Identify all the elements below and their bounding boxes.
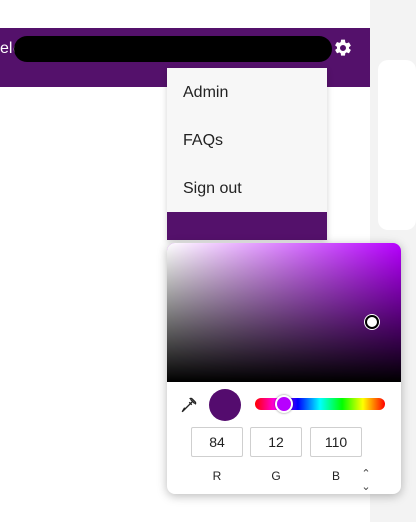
eyedropper-icon[interactable]	[178, 396, 198, 416]
menu-item-sign-out[interactable]: Sign out	[183, 180, 242, 198]
blue-label: B	[331, 469, 340, 483]
selected-color-swatch	[209, 389, 241, 421]
menu-footer-bar	[167, 212, 327, 240]
up-down-icon[interactable]: ⌃ ⌄	[359, 467, 373, 493]
green-value-input[interactable]: 12	[250, 427, 302, 457]
green-label: G	[271, 469, 281, 483]
settings-dropdown-menu: Admin FAQs Sign out	[167, 68, 327, 240]
hue-slider-handle[interactable]	[275, 395, 293, 413]
red-label: R	[212, 469, 222, 483]
saturation-area[interactable]	[167, 243, 401, 382]
red-value-input[interactable]: 84	[191, 427, 243, 457]
color-picker: 84 12 110 R G B ⌃ ⌄	[167, 243, 401, 494]
menu-item-admin[interactable]: Admin	[183, 84, 228, 102]
gear-icon[interactable]	[333, 38, 353, 58]
side-panel	[378, 60, 416, 230]
redacted-user-email	[14, 36, 332, 62]
saturation-handle[interactable]	[365, 315, 379, 329]
blue-value-input[interactable]: 110	[310, 427, 362, 457]
menu-item-faqs[interactable]: FAQs	[183, 132, 223, 150]
